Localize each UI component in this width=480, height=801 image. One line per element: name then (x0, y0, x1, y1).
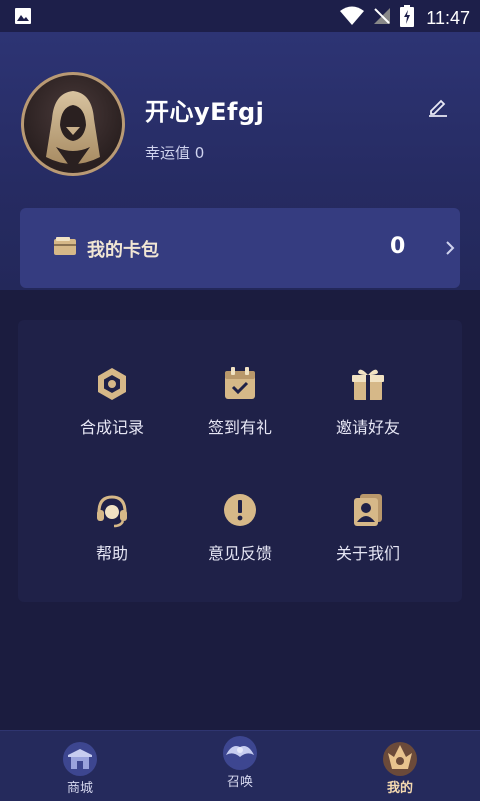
tab-summon[interactable]: 召唤 (190, 731, 290, 801)
avatar[interactable] (21, 72, 125, 176)
no-signal-icon (372, 6, 392, 30)
menu-item-label: 关于我们 (335, 544, 400, 563)
function-menu: 合成记录 签到有礼 邀请好友 帮助 意见反馈 关于我们 (18, 320, 462, 602)
menu-item-label: 帮助 (95, 544, 128, 563)
menu-item-help[interactable]: 帮助 (52, 492, 172, 582)
pencil-icon (429, 99, 447, 117)
menu-item-about-us[interactable]: 关于我们 (308, 492, 428, 582)
menu-item-invite-friends[interactable]: 邀请好友 (308, 366, 428, 456)
battery-charging-icon (400, 5, 415, 31)
chevron-right-icon (444, 239, 456, 261)
tab-label: 商城 (66, 781, 93, 796)
calendar-check-icon (222, 366, 258, 402)
wallet-count: 0 (390, 234, 406, 259)
gallery-notification-icon (14, 7, 32, 29)
luck-value: 幸运值 0 (145, 144, 205, 162)
eagle-icon (222, 735, 258, 771)
menu-item-feedback[interactable]: 意见反馈 (180, 492, 300, 582)
username: 开心yEfgj (145, 98, 265, 126)
tab-label: 我的 (386, 781, 413, 796)
menu-item-label: 意见反馈 (207, 544, 272, 563)
wallet-label: 我的卡包 (87, 240, 159, 261)
wallet-icon (53, 236, 77, 260)
shop-icon (62, 741, 98, 777)
menu-item-label: 邀请好友 (335, 418, 400, 437)
card-wallet-row[interactable]: 我的卡包 0 (20, 208, 460, 288)
status-time: 11:47 (426, 7, 470, 28)
hooded-figure-icon (46, 91, 100, 171)
menu-item-synthesis-record[interactable]: 合成记录 (52, 366, 172, 456)
profile-tab-icon (382, 741, 418, 777)
menu-item-label: 签到有礼 (207, 418, 272, 437)
gift-icon (350, 366, 386, 402)
synthesis-record-icon (94, 366, 130, 402)
menu-item-label: 合成记录 (79, 418, 144, 437)
tab-label: 召唤 (226, 775, 253, 790)
tab-shop[interactable]: 商城 (30, 731, 130, 801)
bottom-tab-bar: 商城 召唤 我的 (0, 730, 480, 801)
edit-profile-button[interactable] (426, 94, 450, 118)
wifi-icon (340, 6, 365, 30)
menu-item-checkin[interactable]: 签到有礼 (180, 366, 300, 456)
status-bar: 11:47 (0, 0, 480, 32)
tab-mine[interactable]: 我的 (350, 731, 450, 801)
exclamation-icon (222, 492, 258, 528)
headset-icon (94, 492, 130, 528)
contact-card-icon (350, 492, 386, 528)
